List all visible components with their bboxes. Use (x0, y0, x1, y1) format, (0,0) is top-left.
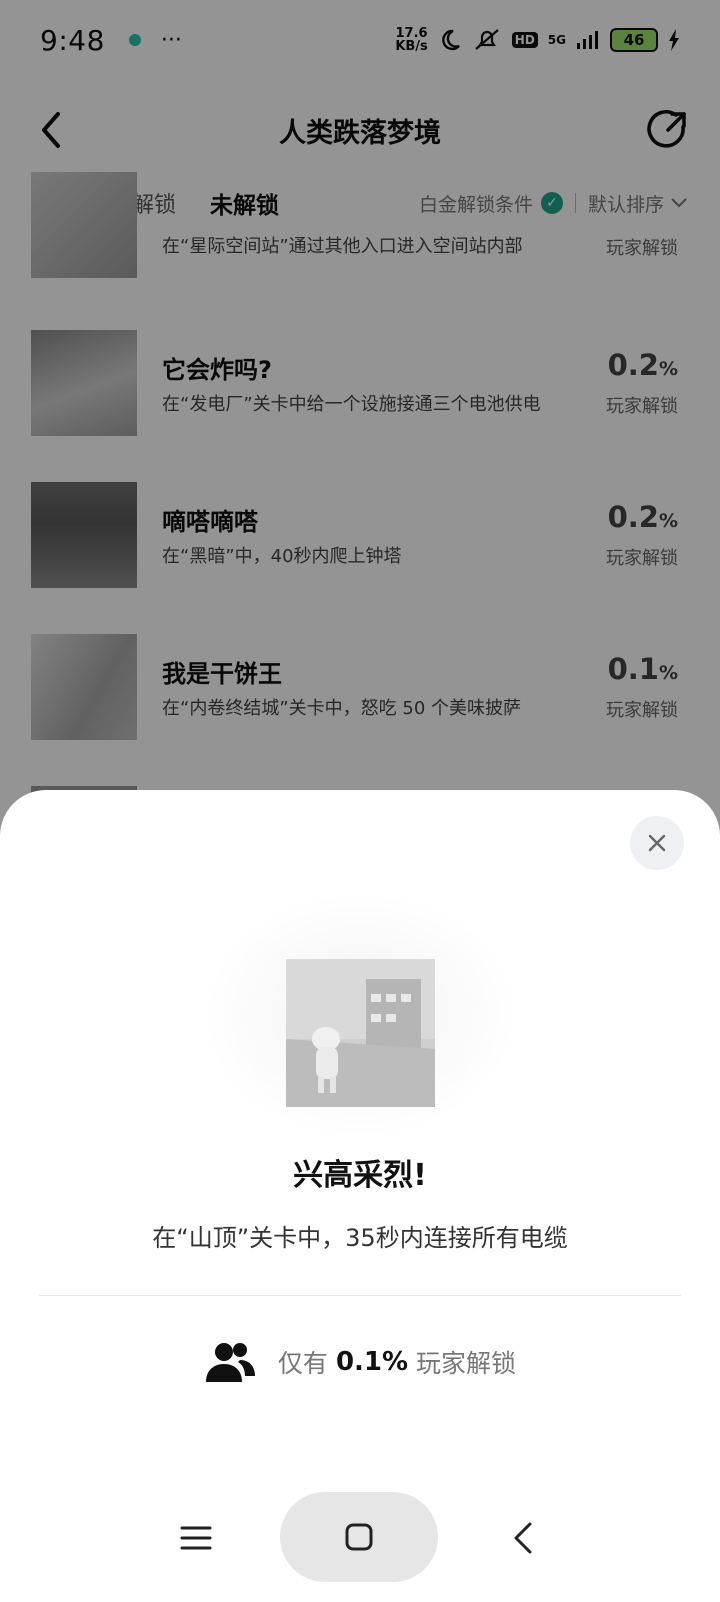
achievement-scene (286, 959, 435, 1107)
users-icon (205, 1343, 255, 1382)
achievement-description: 在“山顶”关卡中，35秒内连接所有电缆 (152, 1224, 568, 1252)
home-button[interactable] (280, 1492, 438, 1582)
achievement-title: 兴高采烈! (293, 1158, 427, 1193)
achievement-detail-sheet: 兴高采烈! 在“山顶”关卡中，35秒内连接所有电缆 仅有 0.1% 玩家解锁 (0, 790, 720, 1602)
stat-prefix: 仅有 (277, 1349, 328, 1378)
achievement-image (286, 959, 435, 1107)
stat-value: 0.1% (335, 1347, 409, 1377)
divider (39, 1295, 681, 1296)
menu-icon[interactable] (178, 1522, 214, 1554)
close-button[interactable] (630, 816, 684, 870)
nav-back-icon[interactable] (508, 1520, 538, 1556)
home-icon (345, 1523, 373, 1551)
close-icon (648, 834, 666, 852)
navigation-bar (0, 1492, 720, 1602)
stat-suffix: 玩家解锁 (416, 1349, 517, 1378)
app-screen: 9:48 ··· 17.6 KB/s HD 5G 46 人类跌落梦境 全部 已解… (0, 0, 720, 1602)
unlock-stat: 仅有 0.1% 玩家解锁 (0, 1340, 720, 1384)
